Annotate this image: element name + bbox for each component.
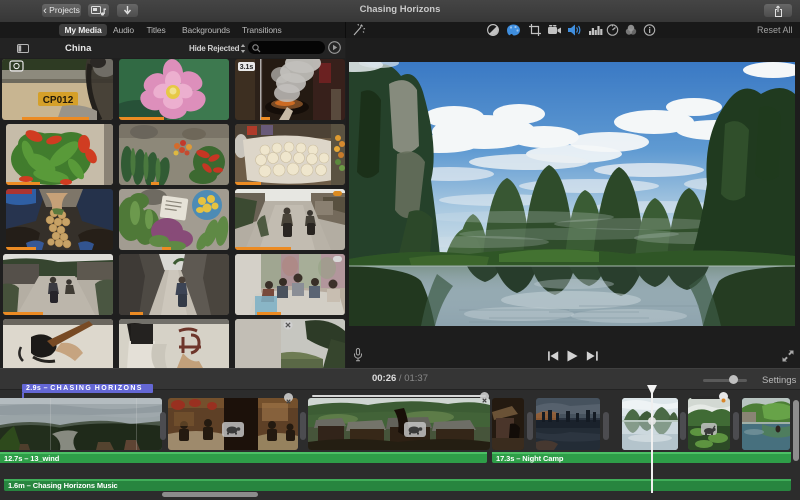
svg-text:CP012: CP012: [43, 95, 74, 106]
svg-text:3.1s: 3.1s: [240, 64, 254, 71]
